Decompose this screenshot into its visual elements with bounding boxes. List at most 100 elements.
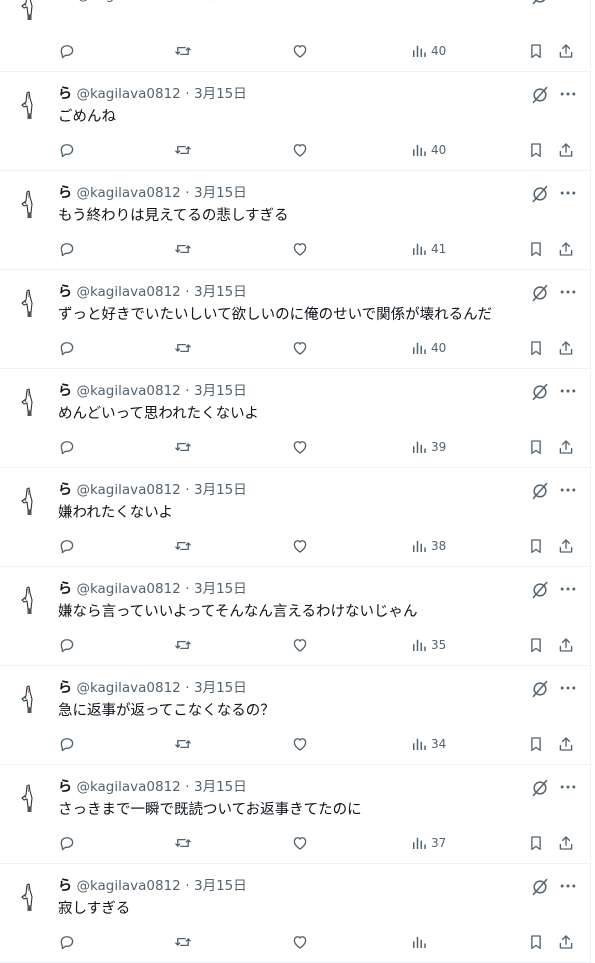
retweet-button[interactable] bbox=[174, 932, 192, 952]
like-button[interactable] bbox=[291, 536, 309, 556]
like-button[interactable] bbox=[291, 437, 309, 457]
tweet[interactable]: ら @kagilava0812 · 3月15日 ごめんね 40 bbox=[0, 72, 590, 171]
grok-button[interactable] bbox=[530, 679, 550, 699]
bookmark-button[interactable] bbox=[527, 833, 545, 853]
more-button[interactable] bbox=[558, 282, 578, 302]
display-name[interactable]: ら bbox=[58, 482, 72, 498]
more-button[interactable] bbox=[558, 0, 578, 5]
avatar[interactable] bbox=[18, 684, 46, 714]
views-button[interactable]: 38 bbox=[410, 536, 446, 556]
retweet-button[interactable] bbox=[174, 239, 192, 259]
timestamp[interactable]: 3月15日 bbox=[194, 581, 247, 597]
display-name[interactable]: ら bbox=[58, 878, 72, 894]
display-name[interactable]: ら bbox=[58, 581, 72, 597]
more-button[interactable] bbox=[558, 777, 578, 797]
grok-button[interactable] bbox=[530, 778, 550, 798]
display-name[interactable]: ら bbox=[58, 779, 72, 795]
like-button[interactable] bbox=[291, 239, 309, 259]
like-button[interactable] bbox=[291, 833, 309, 853]
more-button[interactable] bbox=[558, 579, 578, 599]
grok-button[interactable] bbox=[530, 877, 550, 897]
retweet-button[interactable] bbox=[174, 437, 192, 457]
views-button[interactable]: 40 bbox=[410, 41, 446, 61]
avatar[interactable] bbox=[18, 486, 46, 516]
handle[interactable]: @kagilava0812 bbox=[76, 185, 180, 201]
bookmark-button[interactable] bbox=[527, 140, 545, 160]
share-button[interactable] bbox=[557, 734, 575, 754]
reply-button[interactable] bbox=[58, 437, 76, 457]
more-button[interactable] bbox=[558, 381, 578, 401]
tweet[interactable]: ら @kagilava0812 · 3月15日 嫌なら言っていいよってそんなん言… bbox=[0, 567, 590, 666]
share-button[interactable] bbox=[557, 239, 575, 259]
bookmark-button[interactable] bbox=[527, 437, 545, 457]
share-button[interactable] bbox=[557, 635, 575, 655]
reply-button[interactable] bbox=[58, 140, 76, 160]
display-name[interactable]: ら bbox=[58, 185, 72, 201]
bookmark-button[interactable] bbox=[527, 41, 545, 61]
share-button[interactable] bbox=[557, 338, 575, 358]
tweet[interactable]: ら @kagilava0812 · 3月15日 もう終わりは見えてるの悲しすぎる… bbox=[0, 171, 590, 270]
bookmark-button[interactable] bbox=[527, 734, 545, 754]
handle[interactable]: @kagilava0812 bbox=[76, 779, 180, 795]
grok-button[interactable] bbox=[530, 184, 550, 204]
retweet-button[interactable] bbox=[174, 41, 192, 61]
handle[interactable]: @kagilava0812 bbox=[76, 878, 180, 894]
grok-button[interactable] bbox=[530, 0, 550, 6]
views-button[interactable]: 40 bbox=[410, 338, 446, 358]
tweet[interactable]: ら @kagilava0812 · 3月15日 寂しすぎる bbox=[0, 864, 590, 963]
share-button[interactable] bbox=[557, 41, 575, 61]
grok-button[interactable] bbox=[530, 481, 550, 501]
like-button[interactable] bbox=[291, 635, 309, 655]
timestamp[interactable]: 3月15日 bbox=[194, 779, 247, 795]
tweet[interactable]: ら @kagilava0812 · 3月15日 ずっと好きでいたいしいて欲しいの… bbox=[0, 270, 590, 369]
retweet-button[interactable] bbox=[174, 536, 192, 556]
reply-button[interactable] bbox=[58, 41, 76, 61]
handle[interactable]: @kagilava0812 bbox=[76, 86, 180, 102]
grok-button[interactable] bbox=[530, 382, 550, 402]
timestamp[interactable]: 3月15日 bbox=[194, 185, 247, 201]
timestamp[interactable]: 3月15日 bbox=[194, 86, 247, 102]
bookmark-button[interactable] bbox=[527, 635, 545, 655]
avatar[interactable] bbox=[18, 0, 46, 21]
display-name[interactable]: ら bbox=[58, 284, 72, 300]
views-button[interactable]: 39 bbox=[410, 437, 446, 457]
share-button[interactable] bbox=[557, 833, 575, 853]
reply-button[interactable] bbox=[58, 338, 76, 358]
bookmark-button[interactable] bbox=[527, 338, 545, 358]
like-button[interactable] bbox=[291, 338, 309, 358]
views-button[interactable]: 35 bbox=[410, 635, 446, 655]
bookmark-button[interactable] bbox=[527, 932, 545, 952]
handle[interactable]: @kagilava0812 bbox=[76, 680, 180, 696]
tweet[interactable]: ら @kagilava0812 · 3月15日 さっきまで一瞬で既読ついてお返事… bbox=[0, 765, 590, 864]
reply-button[interactable] bbox=[58, 932, 76, 952]
avatar[interactable] bbox=[18, 90, 46, 120]
timestamp[interactable]: 3月15日 bbox=[194, 383, 247, 399]
tweet[interactable]: ら @kagilava0812 · 3月15日 急に返事が返ってこなくなるの？ … bbox=[0, 666, 590, 765]
more-button[interactable] bbox=[558, 678, 578, 698]
grok-button[interactable] bbox=[530, 580, 550, 600]
share-button[interactable] bbox=[557, 437, 575, 457]
retweet-button[interactable] bbox=[174, 338, 192, 358]
display-name[interactable]: ら bbox=[58, 383, 72, 399]
timestamp[interactable]: 3月15日 bbox=[194, 680, 247, 696]
reply-button[interactable] bbox=[58, 635, 76, 655]
share-button[interactable] bbox=[557, 140, 575, 160]
avatar[interactable] bbox=[18, 387, 46, 417]
display-name[interactable]: ら bbox=[58, 86, 72, 102]
handle[interactable]: @kagilava0812 bbox=[76, 284, 180, 300]
like-button[interactable] bbox=[291, 140, 309, 160]
views-button[interactable]: 41 bbox=[410, 239, 446, 259]
like-button[interactable] bbox=[291, 932, 309, 952]
more-button[interactable] bbox=[558, 876, 578, 896]
views-button[interactable] bbox=[410, 932, 431, 952]
bookmark-button[interactable] bbox=[527, 239, 545, 259]
views-button[interactable]: 34 bbox=[410, 734, 446, 754]
reply-button[interactable] bbox=[58, 833, 76, 853]
grok-button[interactable] bbox=[530, 283, 550, 303]
tweet[interactable]: ら @kagilava0812 · 3月15日 40 bbox=[0, 0, 590, 72]
more-button[interactable] bbox=[558, 84, 578, 104]
retweet-button[interactable] bbox=[174, 734, 192, 754]
views-button[interactable]: 37 bbox=[410, 833, 446, 853]
timestamp[interactable]: 3月15日 bbox=[194, 482, 247, 498]
avatar[interactable] bbox=[18, 585, 46, 615]
